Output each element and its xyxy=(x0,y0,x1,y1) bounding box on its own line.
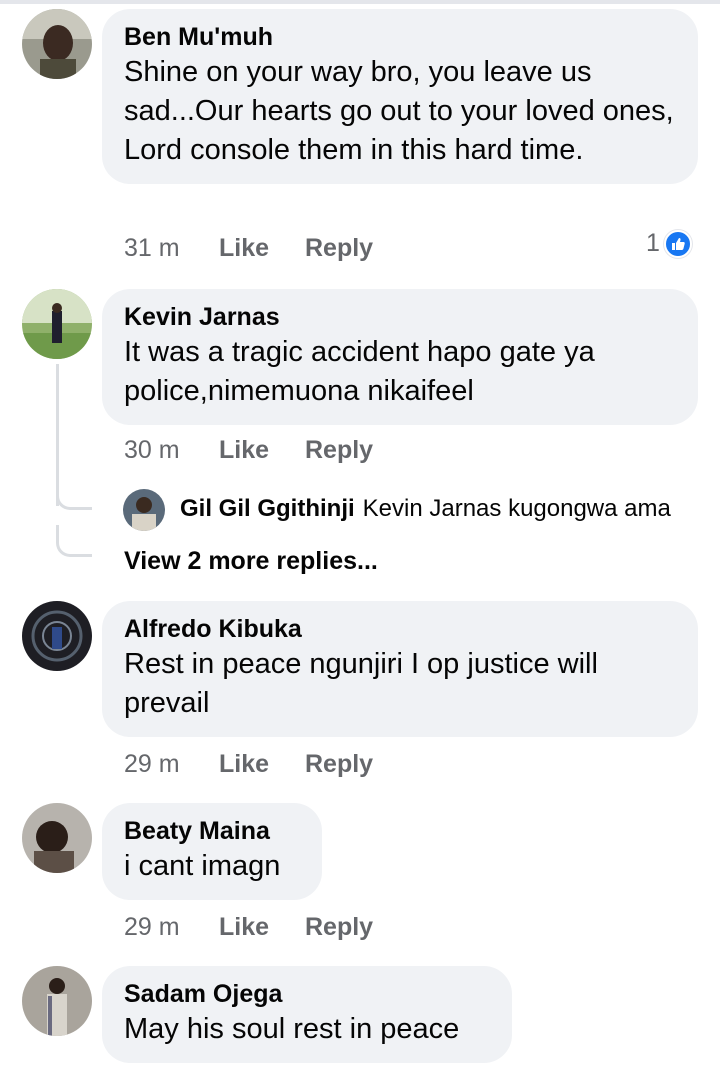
comment-author[interactable]: Ben Mu'muh xyxy=(124,21,676,53)
avatar-photo-icon xyxy=(22,289,92,359)
like-button[interactable]: Like xyxy=(219,436,305,465)
avatar-photo-icon xyxy=(22,803,92,873)
thread-branch xyxy=(56,525,92,557)
avatar-photo-icon xyxy=(22,966,92,1036)
comment-bubble: Ben Mu'muh Shine on your way bro, you le… xyxy=(102,9,698,184)
reaction-summary[interactable]: 1 xyxy=(646,229,692,258)
reply-preview[interactable]: Gil Gil Ggithinji Kevin Jarnas kugongwa … xyxy=(180,495,671,523)
avatar-photo-icon xyxy=(22,9,92,79)
reaction-count: 1 xyxy=(646,229,660,257)
comment-actions: 30 m Like Reply xyxy=(124,433,373,467)
like-button[interactable]: Like xyxy=(219,750,305,779)
comment-author[interactable]: Kevin Jarnas xyxy=(124,301,676,333)
reply-author[interactable]: Gil Gil Ggithinji xyxy=(180,495,355,523)
comment-author[interactable]: Sadam Ojega xyxy=(124,978,490,1010)
comment-text: Shine on your way bro, you leave us sad.… xyxy=(124,56,674,166)
reply-button[interactable]: Reply xyxy=(305,234,373,263)
avatar-kevin-jarnas[interactable] xyxy=(22,289,92,359)
comment-timestamp[interactable]: 31 m xyxy=(124,234,219,263)
comment-text: May his soul rest in peace xyxy=(124,1013,460,1045)
comment-text: It was a tragic accident hapo gate ya po… xyxy=(124,336,595,407)
comment-bubble: Kevin Jarnas It was a tragic accident ha… xyxy=(102,289,698,425)
comment-actions: 31 m Like Reply xyxy=(124,231,373,265)
comment-bubble: Beaty Maina i cant imagn xyxy=(102,803,322,900)
avatar-photo-icon xyxy=(123,489,165,531)
comment-text: i cant imagn xyxy=(124,850,281,882)
reply-text: Kevin Jarnas kugongwa ama xyxy=(362,495,671,522)
thread-connector xyxy=(56,364,59,506)
comment-timestamp[interactable]: 29 m xyxy=(124,750,219,779)
like-button[interactable]: Like xyxy=(219,913,305,942)
comment-bubble: Alfredo Kibuka Rest in peace ngunjiri I … xyxy=(102,601,698,737)
comment-timestamp[interactable]: 30 m xyxy=(124,436,219,465)
reply-button[interactable]: Reply xyxy=(305,750,373,779)
view-more-replies-link[interactable]: View 2 more replies... xyxy=(124,547,378,576)
top-divider xyxy=(0,0,720,4)
comment-author[interactable]: Beaty Maina xyxy=(124,815,300,847)
avatar-gil-gil-ggithinji[interactable] xyxy=(123,489,165,531)
avatar-alfredo-kibuka[interactable] xyxy=(22,601,92,671)
comment-timestamp[interactable]: 29 m xyxy=(124,913,219,942)
comment-bubble: Sadam Ojega May his soul rest in peace xyxy=(102,966,512,1063)
avatar-ben-mumuh[interactable] xyxy=(22,9,92,79)
comment-actions: 29 m Like Reply xyxy=(124,747,373,781)
avatar-beaty-maina[interactable] xyxy=(22,803,92,873)
reply-button[interactable]: Reply xyxy=(305,436,373,465)
avatar-photo-icon xyxy=(22,601,92,671)
comment-text: Rest in peace ngunjiri I op justice will… xyxy=(124,648,598,719)
like-reaction-icon xyxy=(663,229,692,258)
like-button[interactable]: Like xyxy=(219,234,305,263)
thread-branch xyxy=(56,486,92,510)
comment-actions: 29 m Like Reply xyxy=(124,910,373,944)
avatar-sadam-ojega[interactable] xyxy=(22,966,92,1036)
comment-author[interactable]: Alfredo Kibuka xyxy=(124,613,676,645)
reply-button[interactable]: Reply xyxy=(305,913,373,942)
